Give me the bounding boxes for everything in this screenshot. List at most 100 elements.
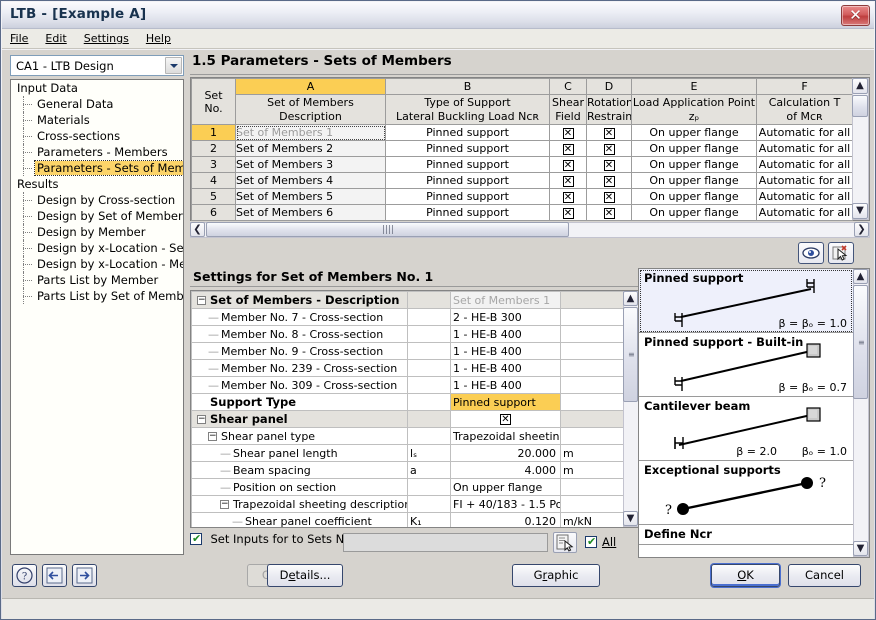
all-checkbox[interactable] [585,535,597,548]
next-button[interactable] [72,564,97,587]
cell-support-type[interactable]: Pinned support [385,156,550,173]
cell-shear-field[interactable]: ✕ [549,188,587,205]
gallery-scroll-thumb[interactable]: ≡ [853,285,868,399]
settings-grid[interactable]: − Set of Members - Description Set of Memb… [190,290,640,528]
checkbox-checked-icon[interactable]: ✕ [603,143,615,155]
sidebar-item-parameters-members[interactable]: Parameters - Members [11,144,183,160]
cell-support-type[interactable]: Pinned support [385,124,550,141]
cell-load-application-point[interactable]: On upper flange [631,140,757,157]
settings-row-value[interactable]: 1 - HE-B 400 [450,342,561,360]
menu-item-edit[interactable]: Edit [37,29,75,48]
column-header-d[interactable]: D [586,78,632,95]
visibility-eye-icon-button[interactable] [798,242,824,264]
cell-calculation-type[interactable]: Automatic for all [756,172,853,189]
cell-support-type[interactable]: Pinned support [385,204,550,221]
sidebar-item-parts-list-by-set-of-members[interactable]: Parts List by Set of Members [11,288,183,304]
settings-row-value[interactable]: 20.000 [450,444,561,462]
settings-scroll-up-button[interactable]: ▲ [623,291,638,306]
row-number[interactable]: 1 [191,124,236,141]
settings-row-value[interactable]: 2 - HE-B 300 [450,308,561,326]
graphic-button[interactable]: Graphic [512,564,600,587]
settings-row-value[interactable]: FI + 40/183 - 1.5 Positive Positi [450,495,561,513]
ok-button[interactable]: OK [711,564,780,587]
cancel-button[interactable]: Cancel [788,564,861,587]
cell-support-type[interactable]: Pinned support [385,172,550,189]
cell-shear-field[interactable]: ✕ [549,172,587,189]
settings-row-value[interactable]: 1 - HE-B 400 [450,325,561,343]
cell-load-application-point[interactable]: On upper flange [631,204,757,221]
design-case-combo[interactable]: CA1 - LTB Design [10,55,184,76]
table-scroll-left-button[interactable]: ❮ [190,222,205,237]
table-row[interactable]: 5 Set of Members 5 Pinned support ✕ ✕ On uppe… [191,188,853,205]
table-row[interactable]: 2 Set of Members 2 Pinned support ✕ ✕ On uppe… [191,140,853,157]
cell-load-application-point[interactable]: On upper flange [631,124,757,141]
settings-row-value[interactable]: ✕ [450,410,561,428]
settings-scroll-thumb[interactable]: ≡ [623,307,638,402]
checkbox-checked-icon[interactable]: ✕ [562,159,574,171]
table-vertical-scrollbar[interactable]: ▲ ▼ [852,78,869,220]
table-row[interactable]: 4 Set of Members 4 Pinned support ✕ ✕ On uppe… [191,172,853,189]
sidebar-item-general-data[interactable]: General Data [11,96,183,112]
checkbox-checked-icon[interactable]: ✕ [603,191,615,203]
cell-description[interactable]: Set of Members 5 [235,188,386,205]
support-type-option-exceptional-supports[interactable]: ?? Exceptional supports [639,461,853,525]
set-inputs-checkbox[interactable] [190,532,202,545]
sets-of-members-table[interactable]: Set No. A B C D E F Set of Members Description Typ… [190,77,870,221]
settings-row[interactable]: — Beam spacing a 4.000 m [191,461,625,479]
checkbox-checked-icon[interactable]: ✕ [603,127,615,139]
cell-calculation-type[interactable]: Automatic for all [756,124,853,141]
sidebar-item-design-by-set-of-members[interactable]: Design by Set of Members [11,208,183,224]
close-button[interactable]: ✕ [841,5,870,26]
settings-row[interactable]: — Shear panel coefficient K₁ 0.120 m/kN [191,512,625,527]
settings-row-value[interactable]: Pinned support [450,393,561,411]
sidebar-item-design-by-member[interactable]: Design by Member [11,224,183,240]
sidebar-item-design-by-x-location-sets-of-m[interactable]: Design by x-Location - Sets of M [11,240,183,256]
menu-item-settings[interactable]: Settings [76,29,138,48]
column-header-e[interactable]: E [631,78,757,95]
settings-row[interactable]: − Shear panel ✕ [191,410,625,428]
navigation-tree[interactable]: Input Data General Data Materials Cross-sec… [10,79,184,555]
checkbox-checked-icon[interactable]: ✕ [603,159,615,171]
help-button[interactable]: ? [12,564,37,587]
checkbox-checked-icon[interactable]: ✕ [562,143,574,155]
settings-row[interactable]: — Member No. 7 - Cross-section 2 - HE-B 30… [191,308,625,326]
cell-shear-field[interactable]: ✕ [549,204,587,221]
table-scroll-right-button[interactable]: ❯ [854,222,869,237]
cell-description[interactable]: Set of Members 6 [235,204,386,221]
settings-row[interactable]: — Position on section On upper flange [191,478,625,496]
row-number[interactable]: 2 [191,140,236,157]
sets-pick-button[interactable] [553,532,577,553]
support-type-option-define-ncr[interactable]: Define Ncr [639,525,853,545]
sidebar-item-parameters-sets-of-members[interactable]: Parameters - Sets of Members [11,160,183,176]
support-type-option-cantilever-beam[interactable]: Cantilever beam βₒ = 1.0 β = 2.0 [639,397,853,461]
cell-rotation-restraint[interactable]: ✕ [586,204,632,221]
row-number[interactable]: 5 [191,188,236,205]
menu-item-file[interactable]: File [2,29,37,48]
scroll-down-button[interactable]: ▼ [852,203,868,219]
chevron-down-icon[interactable] [165,57,182,74]
settings-row[interactable]: − Trapezoidal sheeting description FI + 40… [191,495,625,513]
sets-number-input[interactable] [343,533,548,552]
cell-load-application-point[interactable]: On upper flange [631,156,757,173]
sidebar-item-materials[interactable]: Materials [11,112,183,128]
scroll-thumb-vertical[interactable] [852,95,868,117]
sidebar-item-parts-list-by-member[interactable]: Parts List by Member [11,272,183,288]
column-header-b[interactable]: B [385,78,550,95]
cell-rotation-restraint[interactable]: ✕ [586,156,632,173]
checkbox-checked-icon[interactable]: ✕ [500,414,511,425]
table-row[interactable]: 6 Set of Members 6 Pinned support ✕ ✕ On uppe… [191,204,853,221]
cell-support-type[interactable]: Pinned support [385,140,550,157]
cell-rotation-restraint[interactable]: ✕ [586,188,632,205]
settings-row[interactable]: − Shear panel type Trapezoidal sheeting [191,427,625,445]
settings-row[interactable]: — Shear panel length lₛ 20.000 m [191,444,625,462]
cell-rotation-restraint[interactable]: ✕ [586,124,632,141]
cell-calculation-type[interactable]: Automatic for all [756,156,853,173]
cell-load-application-point[interactable]: On upper flange [631,188,757,205]
checkbox-checked-icon[interactable]: ✕ [562,127,574,139]
cell-support-type[interactable]: Pinned support [385,188,550,205]
cell-calculation-type[interactable]: Automatic for all [756,204,853,221]
menu-item-help[interactable]: Help [138,29,180,48]
sidebar-item-cross-sections[interactable]: Cross-sections [11,128,183,144]
details-button[interactable]: Details... [267,564,343,587]
support-type-option-pinned-support-built-in[interactable]: Pinned support - Built-in β = βₒ = 0.7 [639,333,853,397]
